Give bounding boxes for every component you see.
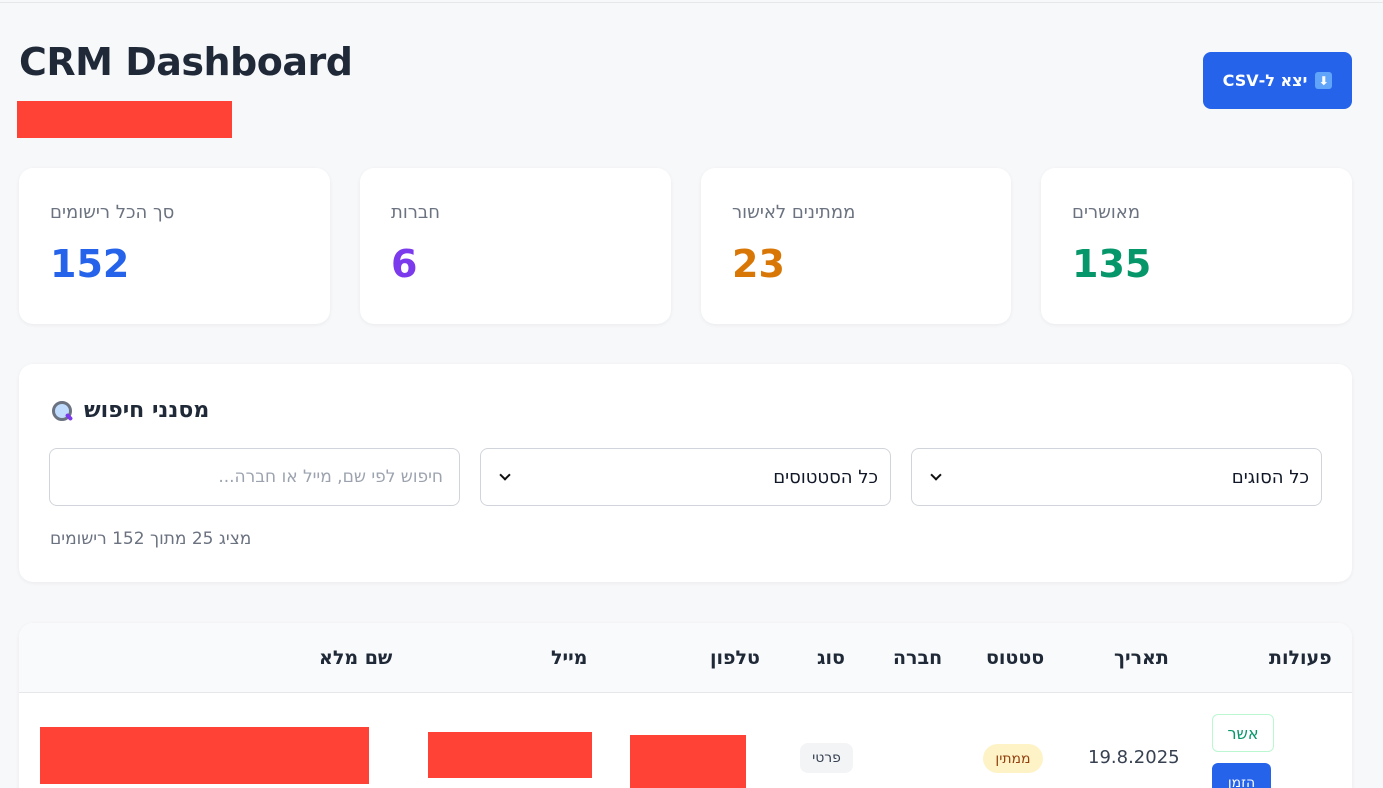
chevron-down-icon <box>930 469 942 481</box>
redacted-phone <box>630 735 746 788</box>
column-header-status[interactable]: סטטוס <box>986 647 1044 669</box>
top-divider <box>0 2 1383 3</box>
column-header-date[interactable]: תאריך <box>1114 647 1169 669</box>
type-badge: פרטי <box>800 743 853 773</box>
stat-card-approved: מאושרים 135 <box>1041 168 1352 324</box>
column-header-phone[interactable]: טלפון <box>710 647 760 669</box>
approve-button[interactable]: אשר <box>1212 714 1274 752</box>
export-csv-button[interactable]: ⬇ יצא ל-CSV <box>1203 52 1352 109</box>
stat-card-pending: ממתינים לאישור 23 <box>701 168 1011 324</box>
status-select[interactable]: כל הסטטוסים <box>480 448 891 506</box>
stat-card-total: סך הכל רישומים 152 <box>19 168 330 324</box>
stat-label: מאושרים <box>1072 202 1141 223</box>
stat-value: 135 <box>1072 242 1152 286</box>
stat-value: 6 <box>391 242 418 286</box>
stat-label: חברות <box>391 202 441 223</box>
redacted-subtitle <box>17 101 232 138</box>
date-cell: 19.8.2025 <box>1088 747 1180 768</box>
status-select-value: כל הסטטוסים <box>773 466 878 488</box>
stat-label: סך הכל רישומים <box>50 202 175 223</box>
invite-button[interactable]: הזמן <box>1212 763 1271 788</box>
type-select[interactable]: כל הסוגים <box>911 448 1322 506</box>
stat-label: ממתינים לאישור <box>732 202 856 223</box>
stat-card-companies: חברות 6 <box>360 168 671 324</box>
chevron-down-icon <box>499 469 511 481</box>
export-csv-label: יצא ל-CSV <box>1222 71 1308 90</box>
magnifier-icon <box>50 399 74 423</box>
download-icon: ⬇ <box>1315 72 1333 89</box>
redacted-full-name <box>40 727 369 784</box>
column-header-email[interactable]: מייל <box>551 647 587 669</box>
filters-heading: מסנני חיפוש <box>50 398 209 423</box>
filters-panel: מסנני חיפוש כל הסטטוסים כל הסוגים מציג 2… <box>19 364 1352 582</box>
column-header-full-name[interactable]: שם מלא <box>319 647 392 669</box>
stat-value: 152 <box>50 242 130 286</box>
search-input[interactable] <box>49 448 460 506</box>
column-header-company[interactable]: חברה <box>893 647 942 669</box>
type-select-value: כל הסוגים <box>1231 466 1309 488</box>
results-count: מציג 25 מתוך 152 רישומים <box>50 529 252 549</box>
records-table: שם מלא מייל טלפון סוג חברה סטטוס תאריך פ… <box>19 623 1352 788</box>
redacted-email <box>428 732 592 778</box>
table-header: שם מלא מייל טלפון סוג חברה סטטוס תאריך פ… <box>19 623 1352 693</box>
column-header-type[interactable]: סוג <box>817 647 845 669</box>
stat-value: 23 <box>732 242 785 286</box>
page-title: CRM Dashboard <box>19 40 353 84</box>
status-badge: ממתין <box>983 744 1043 773</box>
filters-title: מסנני חיפוש <box>84 398 210 423</box>
column-header-actions: פעולות <box>1269 647 1332 669</box>
